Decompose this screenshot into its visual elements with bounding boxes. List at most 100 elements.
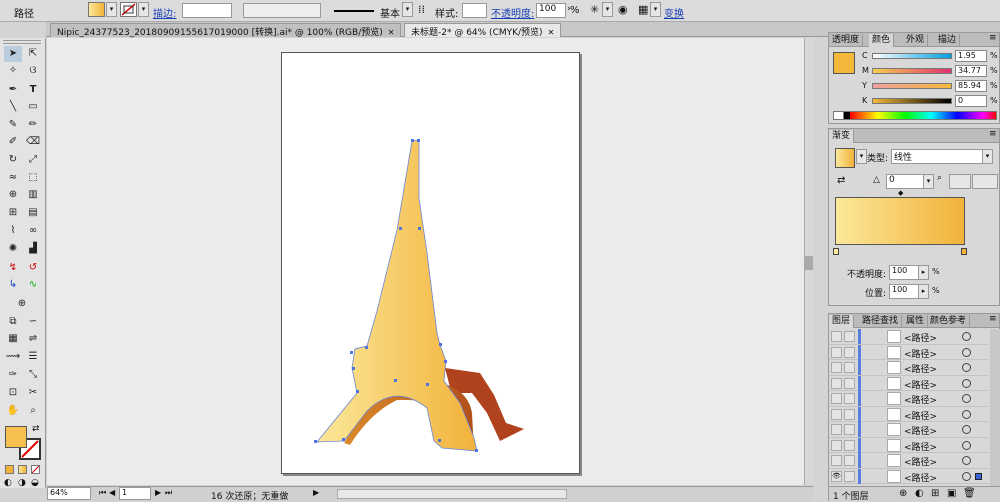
cyan-bar[interactable] bbox=[872, 53, 952, 59]
transform-link[interactable]: 变换 bbox=[664, 5, 684, 20]
blob-brush-tool-icon[interactable]: ✐ bbox=[4, 134, 22, 150]
current-color-swatch[interactable] bbox=[833, 52, 855, 74]
gradient-stop-start[interactable] bbox=[833, 248, 839, 255]
visibility-toggle[interactable] bbox=[831, 408, 842, 420]
rotate-tool-icon[interactable]: ↻ bbox=[4, 152, 22, 168]
stop-position-dropdown[interactable]: ▸ bbox=[918, 284, 929, 299]
tools-grip[interactable] bbox=[3, 40, 41, 44]
pencil-tool-icon[interactable]: ✏ bbox=[24, 117, 42, 133]
black-slider[interactable]: K 0 % bbox=[862, 95, 1000, 108]
target-circle-icon[interactable] bbox=[962, 378, 971, 388]
tab-untitled-2[interactable]: 未标题-2* @ 64% (CMYK/预览) ✕ bbox=[404, 23, 562, 38]
new-sublayer-icon[interactable]: ⊞ bbox=[931, 488, 939, 499]
curve-tool-icon[interactable]: ↺ bbox=[24, 260, 42, 276]
brush-dropdown-button[interactable]: ▾ bbox=[402, 2, 413, 17]
measure-tool-icon[interactable]: ⤡ bbox=[24, 367, 42, 383]
black-bar[interactable] bbox=[872, 98, 952, 104]
lock-toggle[interactable] bbox=[844, 424, 855, 435]
first-page-icon[interactable]: ⏮ bbox=[99, 488, 106, 498]
crop-tool-icon[interactable]: ⊡ bbox=[4, 385, 22, 401]
tab-layers[interactable]: 图层 bbox=[829, 315, 855, 328]
target-tool-icon[interactable]: ⊕ bbox=[13, 296, 31, 312]
table-tool-icon[interactable]: ▦ bbox=[4, 331, 22, 347]
stroke-swatch[interactable] bbox=[120, 2, 137, 17]
width-tool-icon-1[interactable]: ↯ bbox=[4, 260, 22, 276]
magic-wand-tool-icon[interactable]: ✧ bbox=[4, 63, 22, 79]
pen-tool-icon[interactable]: ✒ bbox=[4, 82, 22, 98]
cyan-value[interactable]: 1.95 bbox=[955, 50, 987, 62]
aspect-field[interactable] bbox=[949, 174, 971, 189]
target-circle-icon[interactable] bbox=[962, 456, 971, 465]
line-tool-icon[interactable]: ╲ bbox=[4, 99, 22, 115]
selection-tool-icon[interactable]: ➤ bbox=[4, 46, 22, 62]
stroke-dropdown-button[interactable]: ▾ bbox=[138, 2, 149, 17]
layer-name[interactable]: <路径> bbox=[904, 331, 937, 344]
vertical-scrollbar[interactable] bbox=[804, 38, 813, 485]
angle-dropdown[interactable]: ▾ bbox=[923, 174, 934, 189]
stop-opacity-field[interactable]: 100 bbox=[889, 265, 919, 280]
list-tool-icon[interactable]: ☰ bbox=[24, 349, 42, 365]
zoom-field[interactable]: 64% bbox=[47, 487, 91, 500]
layer-name[interactable]: <路径> bbox=[904, 471, 937, 484]
tab-pathfinder[interactable]: 路径查找 bbox=[859, 315, 903, 328]
layer-name[interactable]: <路径> bbox=[904, 440, 937, 453]
knife-tool-icon[interactable]: ✂ bbox=[24, 385, 42, 401]
layer-row[interactable]: <路径> bbox=[829, 360, 989, 376]
yellow-value[interactable]: 85.94 bbox=[955, 80, 987, 92]
target-circle-icon[interactable] bbox=[962, 471, 971, 481]
tower-main-shape[interactable] bbox=[316, 139, 478, 452]
magenta-bar[interactable] bbox=[872, 68, 952, 74]
layer-row[interactable]: 👁 <路径> bbox=[829, 468, 989, 484]
visibility-toggle[interactable] bbox=[831, 362, 842, 373]
cyan-slider[interactable]: C 1.95 % bbox=[862, 50, 1000, 63]
shape-builder-tool-icon[interactable]: ⊕ bbox=[4, 187, 22, 203]
select-similar-dropdown[interactable]: ▾ bbox=[602, 2, 613, 17]
gradient-stop-end[interactable] bbox=[961, 248, 967, 255]
lasso-tool-icon[interactable]: ଓ bbox=[24, 63, 42, 79]
make-mask-icon[interactable]: ◐ bbox=[915, 488, 924, 499]
stop-position-field[interactable]: 100 bbox=[889, 284, 919, 299]
hand-tool-icon[interactable]: ✋ bbox=[4, 403, 22, 419]
screen-mode-icon[interactable]: ◑ bbox=[18, 478, 26, 488]
draw-mode-icon[interactable]: ◐ bbox=[4, 478, 12, 488]
gradient-mode-icon[interactable] bbox=[18, 465, 27, 474]
eyedropper-2-icon[interactable]: ✑ bbox=[4, 367, 22, 383]
lock-toggle[interactable] bbox=[844, 346, 855, 358]
rectangle-tool-icon[interactable]: ▭ bbox=[24, 99, 42, 115]
yellow-slider[interactable]: Y 85.94 % bbox=[862, 80, 1000, 93]
midpoint-diamond-icon[interactable]: ◆ bbox=[898, 189, 903, 197]
flow-tool-icon[interactable]: ⇌ bbox=[24, 331, 42, 347]
layer-name[interactable]: <路径> bbox=[904, 424, 937, 437]
lock-toggle[interactable] bbox=[844, 393, 855, 404]
lock-toggle[interactable] bbox=[844, 362, 855, 373]
visibility-toggle[interactable] bbox=[831, 331, 842, 342]
tab-color-guide[interactable]: 颜色参考 bbox=[927, 315, 971, 328]
target-circle-icon[interactable] bbox=[962, 347, 971, 357]
tab-appearance[interactable]: 外观 bbox=[903, 34, 929, 47]
layer-name[interactable]: <路径> bbox=[904, 362, 937, 375]
lock-toggle[interactable] bbox=[844, 470, 855, 482]
magenta-value[interactable]: 34.77 bbox=[955, 65, 987, 77]
layer-row[interactable]: <路径> bbox=[829, 375, 989, 391]
layer-row[interactable]: <路径> bbox=[829, 422, 989, 438]
tab-transparency[interactable]: 透明度 bbox=[829, 34, 864, 47]
variable-width-profile[interactable] bbox=[243, 3, 321, 18]
black-value[interactable]: 0 bbox=[955, 95, 987, 107]
layer-name[interactable]: <路径> bbox=[904, 347, 937, 360]
visibility-toggle[interactable] bbox=[831, 424, 842, 435]
align-dropdown[interactable]: ▾ bbox=[650, 2, 661, 17]
expand-icon[interactable]: ⁞⁞ bbox=[418, 3, 425, 16]
delete-layer-icon[interactable]: 🗑 bbox=[963, 488, 976, 499]
graph-tool-icon[interactable]: ⟿ bbox=[4, 349, 22, 365]
panel-menu-icon[interactable]: ≡ bbox=[989, 314, 997, 324]
view-mode-icon[interactable]: ◒ bbox=[31, 478, 39, 488]
panel-menu-icon[interactable]: ≡ bbox=[989, 33, 997, 43]
visibility-toggle[interactable] bbox=[831, 455, 842, 466]
tab-gradient[interactable]: 渐变 bbox=[829, 130, 855, 143]
layers-scrollbar[interactable] bbox=[990, 329, 1000, 487]
paintbrush-tool-icon[interactable]: ✎ bbox=[4, 117, 22, 133]
warp-tool-icon[interactable]: ≈ bbox=[4, 170, 22, 186]
tab-attributes[interactable]: 属性 bbox=[903, 315, 929, 328]
lock-toggle[interactable] bbox=[844, 377, 855, 389]
artboard-tool-icon[interactable]: ⧉ bbox=[4, 314, 22, 330]
